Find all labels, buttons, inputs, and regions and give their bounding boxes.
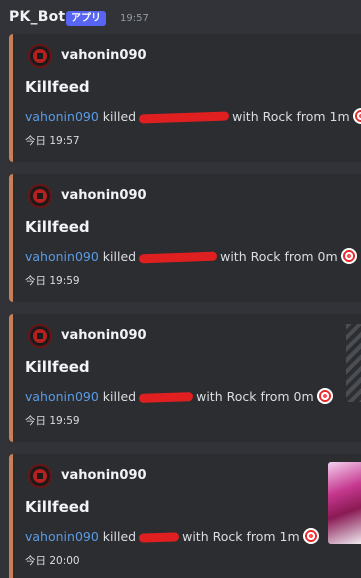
embed-author-name: vahonin090 bbox=[61, 48, 147, 63]
direct-hit-target-icon bbox=[340, 248, 357, 264]
embed-author-name: vahonin090 bbox=[61, 328, 147, 343]
embed-author-name: vahonin090 bbox=[61, 188, 147, 203]
player-link[interactable]: vahonin090 bbox=[25, 109, 99, 124]
player-link[interactable]: vahonin090 bbox=[25, 529, 99, 544]
kill-action: killed bbox=[102, 389, 137, 404]
weapon-text: with Rock from 0m bbox=[196, 389, 314, 404]
embed-title: Killfeed bbox=[25, 358, 90, 376]
killfeed-embed: vahonin090 Killfeed vahonin090 killed wit… bbox=[9, 174, 361, 302]
message-timestamp: 19:57 bbox=[120, 13, 149, 24]
embed-author-name: vahonin090 bbox=[61, 468, 147, 483]
killfeed-embed: vahonin090 Killfeed vahonin090 killed wit… bbox=[9, 34, 361, 162]
redaction-mark bbox=[138, 111, 230, 124]
embed-thumbnail-image[interactable] bbox=[346, 324, 361, 402]
direct-hit-target-icon bbox=[302, 528, 319, 544]
avatar-icon bbox=[28, 184, 52, 208]
app-badge: アプリ bbox=[66, 11, 106, 26]
embed-description: vahonin090 killed with Rock from 1m bbox=[25, 108, 361, 126]
embed-title: Killfeed bbox=[25, 218, 90, 236]
embed-description: vahonin090 killed with Rock from 1m bbox=[25, 528, 319, 546]
embed-footer-timestamp: 今日 19:59 bbox=[25, 415, 80, 427]
killfeed-embed: vahonin090 Killfeed vahonin090 killed wit… bbox=[9, 454, 361, 578]
weapon-text: with Rock from 1m bbox=[232, 109, 350, 124]
embed-footer-timestamp: 今日 19:59 bbox=[25, 275, 80, 287]
avatar-icon bbox=[28, 324, 52, 348]
embed-thumbnail-image[interactable] bbox=[328, 462, 361, 544]
embed-title: Killfeed bbox=[25, 498, 90, 516]
bot-username[interactable]: PK_Bot bbox=[9, 9, 65, 25]
redaction-mark bbox=[138, 532, 180, 543]
message-header: PK_Bot アプリ 19:57 bbox=[0, 0, 361, 34]
embed-description: vahonin090 killed with Rock from 0m bbox=[25, 388, 333, 406]
kill-action: killed bbox=[102, 249, 137, 264]
weapon-text: with Rock from 1m bbox=[182, 529, 300, 544]
kill-action: killed bbox=[102, 529, 137, 544]
killfeed-embed: vahonin090 Killfeed vahonin090 killed wit… bbox=[9, 314, 361, 442]
direct-hit-target-icon bbox=[352, 108, 361, 124]
embed-footer-timestamp: 今日 19:57 bbox=[25, 135, 80, 147]
redaction-mark bbox=[138, 392, 194, 403]
player-link[interactable]: vahonin090 bbox=[25, 389, 99, 404]
avatar-icon bbox=[28, 44, 52, 68]
direct-hit-target-icon bbox=[316, 388, 333, 404]
embed-description: vahonin090 killed with Rock from 0m bbox=[25, 248, 357, 266]
player-link[interactable]: vahonin090 bbox=[25, 249, 99, 264]
kill-action: killed bbox=[102, 109, 137, 124]
avatar-icon bbox=[28, 464, 52, 488]
embed-footer-timestamp: 今日 20:00 bbox=[25, 555, 80, 567]
weapon-text: with Rock from 0m bbox=[220, 249, 338, 264]
embed-title: Killfeed bbox=[25, 78, 90, 96]
redaction-mark bbox=[138, 251, 218, 264]
